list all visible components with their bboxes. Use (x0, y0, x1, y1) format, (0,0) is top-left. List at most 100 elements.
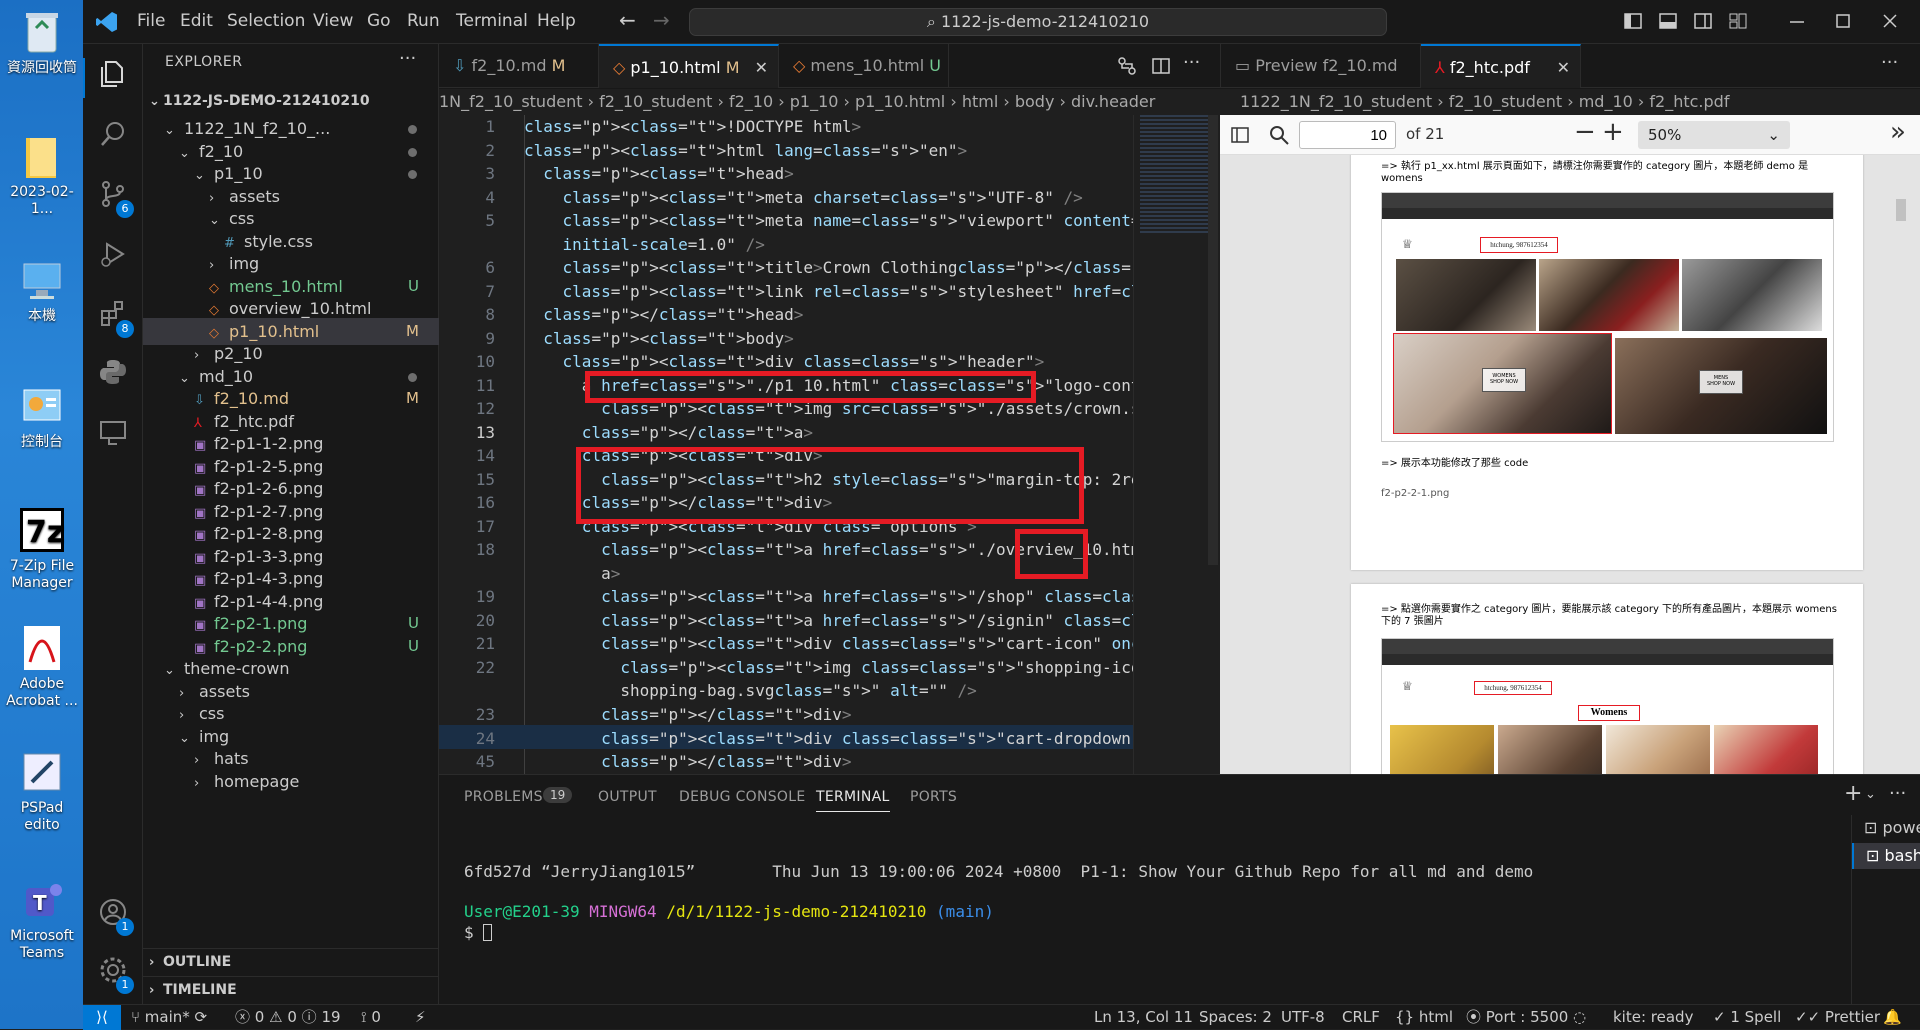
desktop-icon-7zip[interactable]: 7z 7-Zip File Manager (2, 506, 82, 592)
spell-check[interactable]: ✓ 1 Spell (1713, 1005, 1781, 1029)
encoding[interactable]: UTF-8 (1281, 1005, 1325, 1029)
menu-terminal[interactable]: Terminal (456, 11, 528, 31)
desktop-icon-computer[interactable]: 本機 (2, 256, 82, 325)
zoom-out-icon[interactable]: − (1574, 117, 1596, 147)
branch-indicator[interactable]: ⑂ main* ⟳ (131, 1005, 207, 1029)
toggle-secondary-sidebar-icon[interactable] (1693, 11, 1713, 31)
tree-item[interactable]: ›homepage (143, 768, 439, 795)
forward-arrow-icon[interactable]: → (653, 8, 670, 32)
back-arrow-icon[interactable]: ← (619, 8, 636, 32)
live-server-port[interactable]: ⦿ Port : 5500 (1466, 1005, 1568, 1029)
split-editor-icon[interactable] (1151, 56, 1171, 76)
editor-scrollbar[interactable] (1208, 115, 1218, 565)
maximize-icon[interactable] (1833, 11, 1853, 31)
shop-now-label: SHOP NOW (1483, 379, 1525, 385)
remote-indicator-icon[interactable]: ⟩⟨ (83, 1005, 121, 1030)
tab-problems[interactable]: PROBLEMS (464, 789, 543, 805)
editor-more-icon[interactable]: ··· (1183, 52, 1200, 73)
close-tab-icon[interactable]: ✕ (1557, 46, 1570, 90)
zoom-in-icon[interactable]: + (1602, 117, 1624, 147)
chevron-down-icon[interactable]: ⌄ (1865, 787, 1876, 802)
breadcrumb-item[interactable]: body (1015, 92, 1055, 111)
command-center-search[interactable]: ⌕ 1122-js-demo-212410210 (689, 8, 1387, 36)
tab-f2-htc-pdf[interactable]: ⅄ f2_htc.pdf ✕ (1421, 44, 1581, 88)
kite-status[interactable]: kite: ready (1613, 1005, 1693, 1029)
new-terminal-icon[interactable]: + (1844, 781, 1862, 806)
timeline-section[interactable]: ›TIMELINE (143, 976, 439, 1003)
customize-layout-icon[interactable] (1728, 11, 1748, 31)
search-icon[interactable] (97, 118, 129, 150)
tab-debug-console[interactable]: DEBUG CONSOLE (679, 789, 806, 805)
tab-f2-10-md[interactable]: ⇩ f2_10.md M (439, 44, 599, 88)
breadcrumb-item[interactable]: p1_10 (790, 92, 839, 111)
code-editor[interactable]: 1234567891011121314151617181920212223244… (439, 115, 1220, 774)
problems-indicator[interactable]: ⓧ 0 ⚠ 0 ⓘ 19 (235, 1005, 341, 1029)
prettier-status[interactable]: ✓✓ Prettier (1795, 1005, 1880, 1029)
pdf-viewer[interactable]: => 執行 p1_xx.html 展示頁面如下，請標注你需要實作的 catego… (1220, 155, 1920, 774)
menu-edit[interactable]: Edit (180, 11, 213, 31)
toggle-primary-sidebar-icon[interactable] (1623, 11, 1643, 31)
notifications-bell-icon[interactable]: 🔔 (1883, 1005, 1902, 1029)
menu-file[interactable]: File (137, 11, 165, 31)
lightning-icon[interactable]: ⚡ (415, 1005, 426, 1029)
breadcrumb-item[interactable]: div.header (1071, 92, 1155, 111)
tree-item-label: mens_10.html (229, 277, 343, 296)
menu-view[interactable]: View (313, 11, 353, 31)
breadcrumb-item[interactable]: 1122_1N_f2_10_student (1240, 92, 1432, 111)
desktop-icon-control-panel[interactable]: 控制台 (2, 382, 82, 451)
double-chevron-right-icon[interactable]: » (1890, 117, 1906, 147)
outline-section[interactable]: ›OUTLINE (143, 948, 439, 975)
language-mode[interactable]: {} html (1395, 1005, 1453, 1029)
terminal-input-line[interactable]: $ (464, 923, 492, 942)
tab-terminal[interactable]: TERMINAL (816, 789, 890, 812)
desktop-icon-teams[interactable]: T Microsoft Teams (2, 876, 82, 962)
menu-go[interactable]: Go (367, 11, 391, 31)
panel-more-icon[interactable]: ··· (1889, 783, 1906, 804)
breadcrumb-item[interactable]: f2_10 (729, 92, 773, 111)
desktop-icon-acrobat[interactable]: Adobe Acrobat ... (2, 624, 82, 710)
breadcrumb-item[interactable]: f2_htc.pdf (1649, 92, 1729, 111)
menu-selection[interactable]: Selection (227, 11, 305, 31)
page-number-input[interactable] (1299, 121, 1396, 149)
open-changes-icon[interactable] (1117, 56, 1137, 76)
terminal-item-bash[interactable]: ⊡ bash (1852, 843, 1920, 869)
cursor-position[interactable]: Ln 13, Col 11 (1094, 1005, 1193, 1029)
breadcrumb-item[interactable]: f2_10_student (599, 92, 712, 111)
run-debug-icon[interactable] (97, 238, 129, 270)
pdf-scrollbar-thumb[interactable] (1896, 199, 1906, 221)
desktop-icon-folder[interactable]: 2023-02-1... (2, 132, 82, 218)
desktop-icon-recycle-bin[interactable]: 資源回收筒 (2, 8, 82, 77)
more-actions-icon[interactable]: ··· (399, 48, 416, 69)
tab-p1-10-html[interactable]: ◇ p1_10.html M ✕ (599, 44, 779, 88)
minimize-icon[interactable] (1787, 14, 1807, 34)
zoom-select[interactable]: 50% ⌄ (1638, 121, 1790, 149)
tab-mens-10-html[interactable]: ◇ mens_10.html U (779, 44, 949, 88)
close-tab-icon[interactable]: ✕ (755, 46, 768, 90)
desktop-icon-pspad[interactable]: PSPad edito (2, 748, 82, 834)
ports-indicator[interactable]: ⟟ 0 (361, 1005, 381, 1029)
tab-output[interactable]: OUTPUT (598, 789, 657, 805)
sidebar-toggle-icon[interactable] (1230, 125, 1250, 149)
terminal-item-powershell[interactable]: ⊡ powershell (1852, 815, 1920, 841)
pspad-icon (18, 748, 66, 796)
breadcrumb-item[interactable]: 1N_f2_10_student (439, 92, 582, 111)
tab-preview-f2-10-md[interactable]: ▭ Preview f2_10.md (1221, 44, 1421, 88)
menu-help[interactable]: Help (537, 11, 576, 31)
python-icon[interactable] (97, 356, 129, 388)
menu-run[interactable]: Run (407, 11, 440, 31)
breadcrumb-item[interactable]: md_10 (1579, 92, 1633, 111)
toggle-panel-icon[interactable] (1658, 11, 1678, 31)
remote-explorer-icon[interactable] (97, 416, 129, 448)
workspace-root[interactable]: ⌄1122-JS-DEMO-212410210 (143, 88, 439, 115)
breadcrumb-item[interactable]: p1_10.html (855, 92, 945, 111)
explorer-icon[interactable] (97, 58, 129, 90)
tab-ports[interactable]: PORTS (910, 789, 957, 805)
minimap[interactable] (1133, 115, 1220, 774)
breadcrumb-item[interactable]: f2_10_student (1449, 92, 1562, 111)
preview-more-icon[interactable]: ··· (1881, 52, 1898, 73)
close-window-icon[interactable] (1880, 11, 1900, 31)
end-of-line[interactable]: CRLF (1342, 1005, 1380, 1029)
indentation[interactable]: Spaces: 2 (1199, 1005, 1272, 1029)
breadcrumb-item[interactable]: html (962, 92, 998, 111)
pdf-search-icon[interactable] (1268, 124, 1290, 150)
